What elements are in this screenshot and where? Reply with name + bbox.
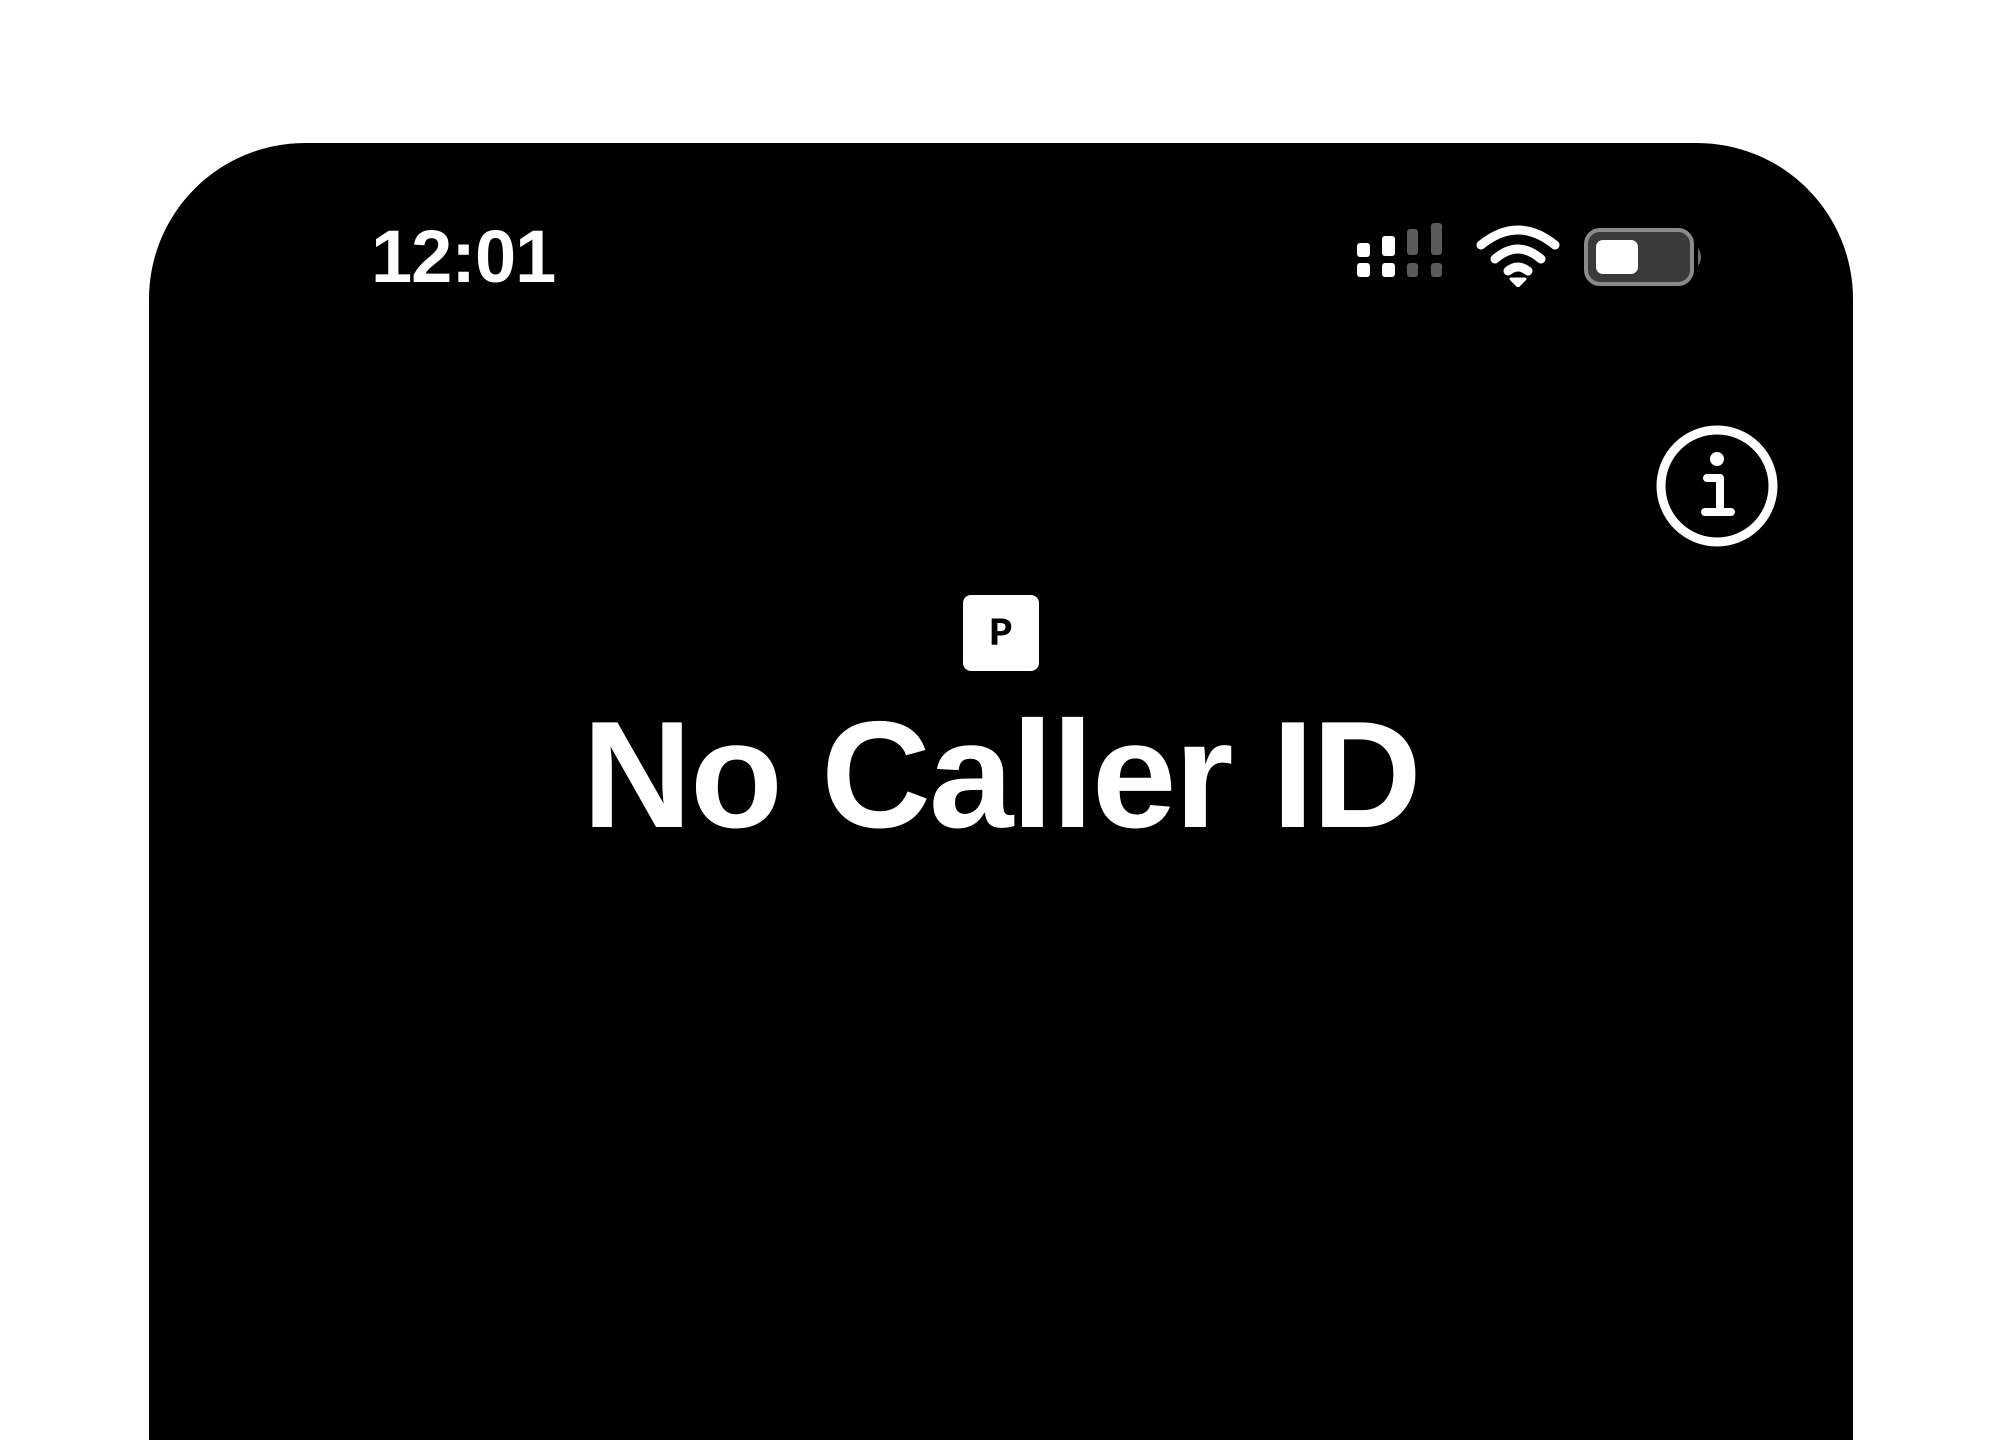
- status-time: 12:01: [371, 215, 556, 298]
- badge-letter: P: [989, 613, 1013, 658]
- caller-name: No Caller ID: [582, 690, 1422, 860]
- badge-icon: P: [963, 595, 1039, 671]
- status-bar: 12:01: [149, 143, 1853, 294]
- phone-screen: 12:01 P No Caller ID: [149, 143, 1853, 1440]
- info-icon: [1654, 423, 1780, 549]
- caller-block: P No Caller ID: [149, 595, 1853, 851]
- status-icons: [1355, 223, 1701, 293]
- info-button[interactable]: [1654, 423, 1780, 549]
- caller-badge: P: [963, 595, 1039, 671]
